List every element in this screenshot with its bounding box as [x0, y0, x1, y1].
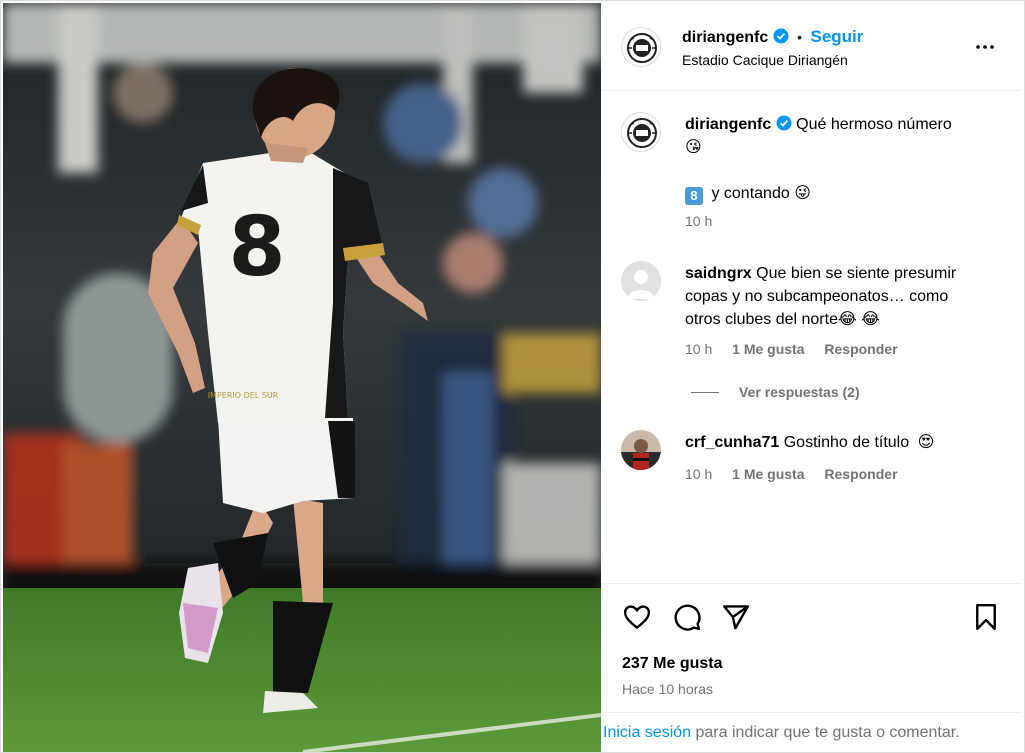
comment-time[interactable]: 10 h [685, 466, 712, 482]
login-prompt: Inicia sesión para indicar que te gusta … [601, 712, 1021, 752]
caption-time[interactable]: 10 h [685, 213, 712, 229]
jersey-number: 8 [228, 200, 285, 295]
login-link[interactable]: Inicia sesión [603, 724, 691, 741]
more-horizontal-icon [976, 45, 994, 49]
share-icon [722, 605, 750, 630]
caption-avatar[interactable] [621, 112, 661, 152]
club-logo-icon [623, 114, 660, 151]
comment-text: crf_cunha71 Gostinho de título 😍 [685, 431, 985, 454]
caption-line2: y contando [711, 185, 790, 202]
comment-line1: Gostinho de título [783, 434, 910, 451]
login-prompt-text: para indicar que te gusta o comentar. [695, 724, 960, 741]
comment-username[interactable]: crf_cunha71 [685, 434, 779, 451]
commenter-avatar[interactable] [621, 430, 661, 470]
comment-line2: copas y no subcampeonatos… como [685, 288, 949, 305]
laughing-emojis: 😂 😂 [837, 311, 880, 328]
comment-button[interactable] [672, 602, 702, 637]
caption-username[interactable]: diriangenfc [685, 116, 771, 133]
club-logo-icon [623, 29, 660, 66]
comment-time[interactable]: 10 h [685, 341, 712, 357]
verified-badge-icon [776, 115, 792, 131]
caption-meta: 10 h [685, 213, 728, 229]
likes-count[interactable]: 237 Me gusta [622, 655, 722, 673]
jersey-text: IMPERIO DEL SUR [208, 391, 279, 400]
post-timestamp[interactable]: Hace 10 horas [622, 681, 713, 697]
winking-tongue-emoji: 😜 [794, 185, 811, 202]
separator-dot: • [797, 29, 803, 45]
action-bar: 237 Me gusta Hace 10 horas [601, 583, 1021, 713]
comment-username[interactable]: saidngrx [685, 265, 752, 282]
reply-button[interactable]: Responder [824, 466, 897, 482]
comment-icon [674, 604, 701, 631]
reply-button[interactable]: Responder [824, 341, 897, 357]
comments-section: diriangenfc Qué hermoso número 😘 8 y con… [601, 92, 1021, 582]
kiss-emoji: 😘 [685, 139, 702, 156]
save-button[interactable] [971, 602, 1001, 637]
heart-eyes-emoji: 😍 [917, 434, 935, 451]
commenter-avatar[interactable] [621, 261, 661, 301]
post-header: diriangenfc • Seguir Estadio Cacique Dir… [601, 3, 1021, 91]
post-photo[interactable]: 8 IMPERIO DEL SUR [3, 3, 601, 752]
bookmark-icon [976, 603, 996, 631]
avatar[interactable] [621, 27, 661, 67]
user-photo-icon [621, 430, 661, 470]
keycap-eight-icon: 8 [685, 187, 703, 205]
caption-text: diriangenfc Qué hermoso número 😘 8 y con… [685, 113, 985, 205]
comment-meta: 10 h 1 Me gusta Responder [685, 466, 914, 482]
follow-button[interactable]: Seguir [811, 27, 864, 46]
caption-line1: Qué hermoso número [796, 116, 952, 133]
player-photo-illustration: 8 IMPERIO DEL SUR [3, 3, 601, 752]
share-button[interactable] [721, 602, 751, 637]
more-options-button[interactable] [973, 35, 997, 59]
heart-icon [623, 605, 651, 630]
view-replies-button[interactable]: Ver respuestas (2) [739, 384, 860, 400]
comment-like-count[interactable]: 1 Me gusta [732, 466, 804, 482]
comment-line1: Que bien se siente presumir [756, 265, 957, 282]
replies-divider [691, 392, 719, 393]
location-link[interactable]: Estadio Cacique Diriangén [682, 52, 848, 68]
header-username[interactable]: diriangenfc [682, 29, 768, 46]
post-window: 8 IMPERIO DEL SUR diriangenfc • Seguir E… [0, 0, 1025, 753]
comment-text: saidngrx Que bien se siente presumir cop… [685, 262, 985, 331]
like-button[interactable] [622, 602, 652, 637]
comment-line3: otros clubes del norte [685, 311, 838, 328]
comment-meta: 10 h 1 Me gusta Responder [685, 341, 914, 357]
comment-like-count[interactable]: 1 Me gusta [732, 341, 804, 357]
post-sidebar: diriangenfc • Seguir Estadio Cacique Dir… [601, 3, 1021, 752]
verified-badge-icon [773, 28, 789, 44]
default-user-icon [621, 261, 661, 301]
header-title-row: diriangenfc • Seguir [682, 27, 863, 47]
